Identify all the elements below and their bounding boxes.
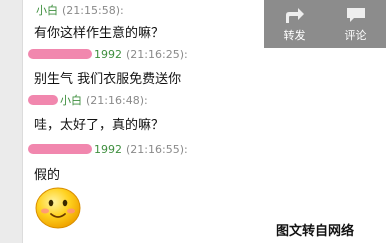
message-text: 别生气 我们衣服免费送你 (34, 72, 182, 87)
message-header: 1992 (21:16:25): (28, 46, 188, 62)
sender-name: 1992 (94, 47, 122, 61)
share-panel: 转发 评论 (264, 0, 386, 48)
forward-button[interactable]: 转发 (264, 0, 325, 48)
message-header: 小白 (21:15:58): (36, 2, 124, 18)
chat-screenshot: 小白 (21:15:58): 有你这样作生意的嘛？ 1992 (21:16:25… (0, 0, 386, 243)
message-text: 哇，太好了，真的嘛？ (34, 118, 165, 133)
chat-left-margin (0, 0, 23, 243)
smiley-emoji-icon (35, 187, 81, 229)
sender-name: 1992 (94, 142, 122, 156)
message-time: (21:16:55): (126, 142, 188, 156)
comment-label: 评论 (344, 28, 367, 42)
message-header: 小白 (21:16:48): (28, 92, 148, 108)
comment-button[interactable]: 评论 (325, 0, 386, 48)
message-time: (21:16:48): (86, 93, 148, 107)
redaction-mark (28, 49, 92, 59)
message-text: 有你这样作生意的嘛？ (34, 26, 165, 41)
redaction-mark (28, 144, 92, 154)
sender-name: 小白 (36, 4, 58, 17)
message-time: (21:16:25): (126, 47, 188, 61)
message-text: 假的 (34, 168, 61, 183)
redaction-mark (28, 95, 58, 105)
forward-label: 转发 (283, 28, 306, 42)
forward-icon (285, 7, 304, 23)
comment-icon (346, 7, 365, 22)
message-header: 1992 (21:16:55): (28, 141, 188, 157)
sender-name: 小白 (60, 94, 82, 107)
message-time: (21:15:58): (62, 3, 124, 17)
source-watermark: 图文转自网络 (276, 224, 355, 239)
